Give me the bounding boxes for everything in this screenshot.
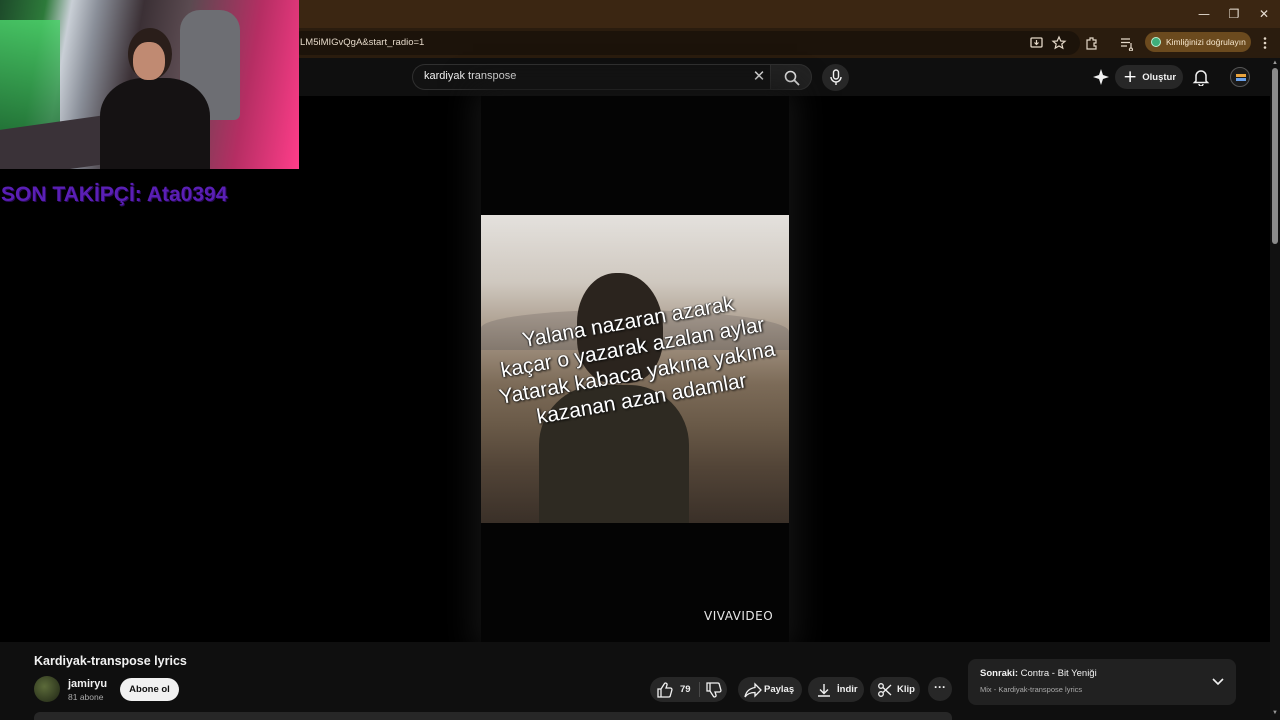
up-next-playlist: Mix - Kardiyak-transpose lyrics	[980, 685, 1083, 694]
more-actions-button[interactable]: ···	[928, 677, 952, 701]
subscriber-count: 81 abone	[68, 692, 104, 702]
video-title: Kardiyak-transpose lyrics	[34, 654, 187, 668]
search-button[interactable]	[770, 64, 812, 90]
dislike-icon	[706, 681, 722, 698]
webcam-person-body	[100, 78, 210, 169]
like-count: 79	[680, 684, 691, 695]
clear-icon[interactable]: ✕	[750, 67, 768, 85]
bookmark-star-icon[interactable]	[1051, 35, 1067, 51]
verify-identity-label: Kimliğinizi doğrulayın	[1166, 37, 1246, 47]
restore-icon[interactable]: ❐	[1219, 5, 1249, 23]
scissors-icon	[878, 682, 892, 697]
create-button[interactable]: + Oluştur	[1115, 65, 1183, 89]
last-follower-text: SON TAKİPÇİ: Ata0394	[1, 183, 228, 206]
subscribe-button[interactable]: Abone ol	[120, 678, 179, 701]
extensions-icon[interactable]	[1084, 35, 1100, 51]
profile-badge-icon	[1151, 37, 1161, 47]
close-icon[interactable]: ✕	[1249, 5, 1279, 23]
download-label: İndir	[837, 684, 858, 695]
clip-button[interactable]: Klip	[870, 677, 920, 702]
video-watermark: VIVAVIDEO	[704, 609, 774, 623]
up-next-card[interactable]	[968, 659, 1236, 705]
bell-icon[interactable]	[1192, 68, 1210, 86]
verify-identity-button[interactable]: Kimliğinizi doğrulayın	[1145, 32, 1251, 52]
clip-label: Klip	[897, 684, 915, 695]
screen: — ❐ ✕ LM5iMIGvQgA&start_radio=1 Kimliğin…	[0, 0, 1280, 720]
like-divider	[699, 682, 700, 697]
like-icon	[657, 681, 673, 698]
create-label: Oluştur	[1142, 71, 1177, 83]
webcam-person-face	[133, 42, 165, 80]
scrollbar-thumb[interactable]	[1272, 68, 1278, 244]
dislike-button[interactable]	[701, 677, 727, 702]
mic-icon	[830, 69, 842, 85]
chrome-menu-icon[interactable]	[1258, 35, 1272, 51]
media-queue-icon[interactable]	[1119, 35, 1135, 51]
channel-avatar[interactable]	[34, 676, 60, 702]
install-app-icon[interactable]	[1029, 35, 1045, 51]
voice-search-button[interactable]	[822, 64, 849, 91]
like-button[interactable]: 79	[650, 677, 700, 702]
webcam-overlay	[0, 0, 299, 169]
download-button[interactable]: İndir	[808, 677, 864, 702]
scroll-up-icon[interactable]: ▲	[1271, 60, 1279, 68]
channel-name[interactable]: jamiryu	[68, 678, 107, 690]
search-query-text[interactable]: kardiyak transpose	[424, 70, 516, 82]
address-url[interactable]: LM5iMIGvQgA&start_radio=1	[300, 37, 424, 48]
chevron-down-icon[interactable]	[1209, 675, 1227, 689]
up-next-prefix: Sonraki:	[980, 668, 1019, 679]
share-icon	[744, 681, 762, 698]
description-box[interactable]	[34, 712, 952, 720]
video-frame[interactable]: Yalana nazaran azarak kaçar o yazarak az…	[481, 215, 789, 523]
sparkle-icon[interactable]	[1092, 68, 1110, 86]
share-button[interactable]: Paylaş	[738, 677, 802, 702]
up-next-video-title: Contra - Bit Yeniği	[1020, 668, 1097, 679]
minimize-icon[interactable]: —	[1189, 5, 1219, 23]
up-next-title[interactable]: Sonraki: Contra - Bit Yeniği	[980, 668, 1097, 679]
download-icon	[818, 683, 830, 697]
scroll-down-icon[interactable]: ▼	[1271, 710, 1279, 718]
search-icon	[784, 70, 800, 86]
share-label: Paylaş	[764, 684, 795, 695]
plus-icon: +	[1123, 67, 1138, 87]
account-avatar[interactable]	[1230, 67, 1250, 87]
